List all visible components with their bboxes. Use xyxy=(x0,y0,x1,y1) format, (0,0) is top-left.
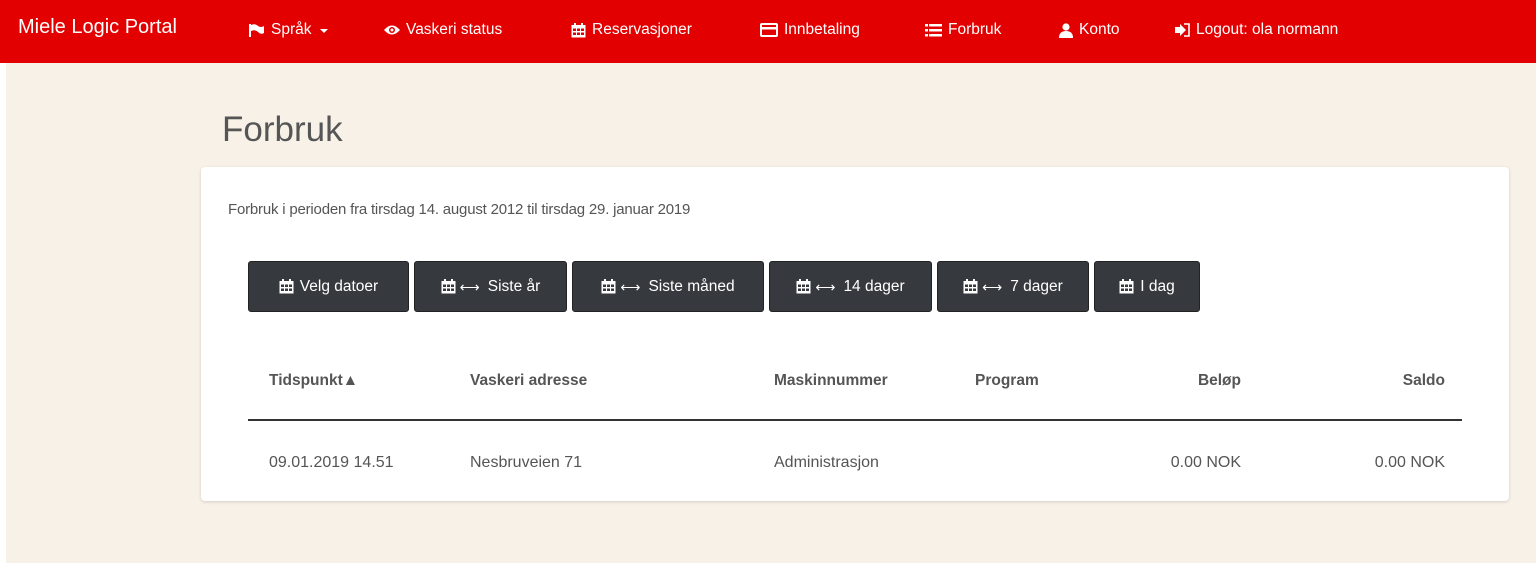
eye-icon xyxy=(384,24,400,36)
period-description: Forbruk i perioden fra tirsdag 14. augus… xyxy=(228,201,691,218)
7-days-button[interactable]: ⟷ 7 dager xyxy=(937,261,1089,312)
user-icon xyxy=(1059,22,1073,38)
nav-language[interactable]: Språk xyxy=(249,20,328,40)
14-days-button[interactable]: ⟷ 14 dager xyxy=(769,261,932,312)
today-button[interactable]: I dag xyxy=(1094,261,1200,312)
column-header-time[interactable]: Tidspunkt▲ xyxy=(269,372,358,390)
chevron-down-icon xyxy=(319,28,328,33)
nav-logout-label: Logout: ola normann xyxy=(1196,21,1339,38)
last-year-button[interactable]: ⟷ Siste år xyxy=(414,261,567,312)
table-header-divider xyxy=(248,419,1462,421)
last-month-button[interactable]: ⟷ Siste måned xyxy=(572,261,764,312)
column-header-amount[interactable]: Beløp xyxy=(1141,372,1241,390)
cell-laundry-address: Nesbruveien 71 xyxy=(470,454,583,471)
column-header-balance[interactable]: Saldo xyxy=(1341,372,1445,390)
logout-icon xyxy=(1174,23,1190,37)
nav-laundry-status[interactable]: Vaskeri status xyxy=(384,20,502,40)
flag-icon xyxy=(249,23,265,37)
today-label: I dag xyxy=(1140,277,1175,295)
horizontal-arrows-icon: ⟷ xyxy=(459,278,480,295)
cell-time: 09.01.2019 14.51 xyxy=(269,454,394,471)
cell-machine-number: Administrasjon xyxy=(774,454,879,471)
calendar-icon xyxy=(279,279,294,294)
consumption-panel: Forbruk i perioden fra tirsdag 14. augus… xyxy=(201,167,1509,501)
last-year-label: Siste år xyxy=(487,277,541,295)
choose-dates-button[interactable]: Velg datoer xyxy=(248,261,409,312)
calendar-icon xyxy=(571,22,586,38)
calendar-icon xyxy=(601,279,616,294)
brand-link[interactable]: Miele Logic Portal xyxy=(18,16,177,39)
list-icon xyxy=(925,23,942,37)
nav-account[interactable]: Konto xyxy=(1059,20,1120,40)
nav-payment-label: Innbetaling xyxy=(784,21,860,38)
nav-reservations-label: Reservasjoner xyxy=(592,21,692,38)
left-edge-strip xyxy=(0,63,6,563)
nav-logout[interactable]: Logout: ola normann xyxy=(1174,20,1338,40)
nav-language-label: Språk xyxy=(271,21,312,38)
credit-card-icon xyxy=(760,23,778,37)
nav-laundry-status-label: Vaskeri status xyxy=(406,21,503,38)
nav-account-label: Konto xyxy=(1079,21,1120,38)
7-days-label: 7 dager xyxy=(1010,277,1063,295)
last-month-label: Siste måned xyxy=(648,277,735,295)
horizontal-arrows-icon: ⟷ xyxy=(620,278,641,295)
choose-dates-label: Velg datoer xyxy=(299,277,379,295)
nav-payment[interactable]: Innbetaling xyxy=(760,20,860,40)
cell-amount: 0.00 NOK xyxy=(1170,454,1241,471)
nav-reservations[interactable]: Reservasjoner xyxy=(571,20,692,40)
page-title: Forbruk xyxy=(222,110,343,149)
calendar-icon xyxy=(1119,279,1134,294)
top-navbar: Miele Logic Portal Språk Vaskeri status … xyxy=(0,0,1536,63)
nav-consumption-label: Forbruk xyxy=(948,21,1002,38)
calendar-icon xyxy=(796,279,811,294)
column-header-program[interactable]: Program xyxy=(975,372,1039,390)
calendar-icon xyxy=(441,279,456,294)
column-header-laundry-address[interactable]: Vaskeri adresse xyxy=(470,372,587,390)
cell-balance: 0.00 NOK xyxy=(1374,454,1445,471)
column-header-machine-number[interactable]: Maskinnummer xyxy=(774,372,888,390)
calendar-icon xyxy=(963,279,978,294)
horizontal-arrows-icon: ⟷ xyxy=(982,278,1003,295)
horizontal-arrows-icon: ⟷ xyxy=(815,278,836,295)
14-days-label: 14 dager xyxy=(843,277,905,295)
nav-consumption[interactable]: Forbruk xyxy=(925,20,1001,40)
